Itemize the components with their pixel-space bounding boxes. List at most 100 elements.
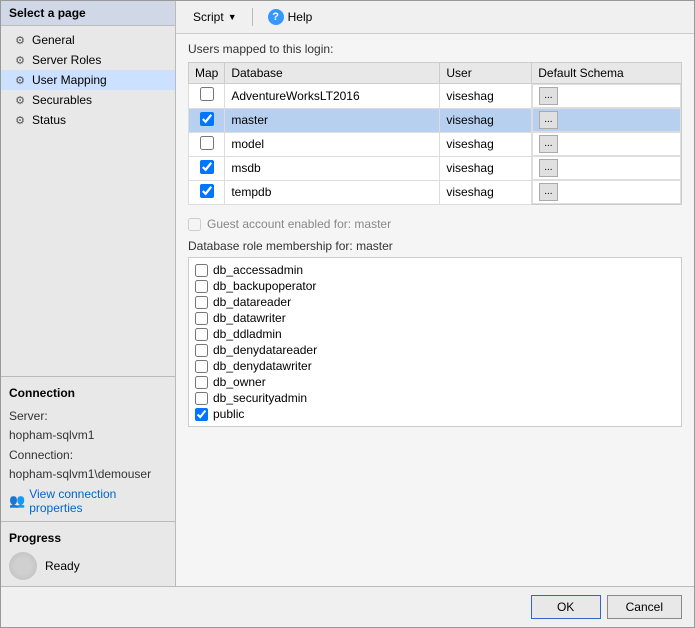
ok-button[interactable]: OK (531, 595, 601, 619)
toolbar-separator (252, 8, 253, 26)
role-checkbox[interactable] (195, 264, 208, 277)
sidebar-item-general[interactable]: ⚙ General (1, 30, 175, 50)
select-page-header: Select a page (1, 1, 175, 26)
user-mapping-icon: ⚙ (13, 73, 27, 87)
role-checkbox[interactable] (195, 392, 208, 405)
ellipsis-button[interactable]: ... (539, 111, 557, 129)
view-link-text: View connection properties (29, 487, 167, 515)
role-label: db_datareader (213, 295, 291, 309)
main-content: Users mapped to this login: Map Database… (176, 34, 694, 586)
script-button[interactable]: Script ▼ (186, 7, 244, 27)
role-checkbox[interactable] (195, 344, 208, 357)
dialog-body: Select a page ⚙ General ⚙ Server Roles ⚙… (1, 1, 694, 586)
connection-info: Server: hopham-sqlvm1 Connection: hopham… (9, 407, 167, 484)
table-row[interactable]: modelviseshag... (189, 132, 682, 156)
schema-cell: ... (532, 156, 681, 180)
map-checkbox[interactable] (200, 136, 214, 150)
role-item: db_datawriter (195, 310, 675, 326)
script-dropdown-arrow: ▼ (228, 12, 237, 22)
help-label: Help (288, 10, 313, 24)
role-label: db_owner (213, 375, 266, 389)
role-item: db_accessadmin (195, 262, 675, 278)
guest-account-checkbox[interactable] (188, 218, 201, 231)
role-checkbox[interactable] (195, 296, 208, 309)
connection-title: Connection (9, 383, 167, 403)
col-map: Map (189, 63, 225, 84)
sidebar-item-label-user-mapping: User Mapping (32, 73, 107, 87)
ellipsis-button[interactable]: ... (539, 135, 557, 153)
role-checkbox[interactable] (195, 360, 208, 373)
connection-label: Connection: (9, 446, 167, 465)
role-checkbox[interactable] (195, 280, 208, 293)
role-label: db_denydatareader (213, 343, 317, 357)
roles-list: db_accessadmindb_backupoperatordb_datare… (188, 257, 682, 427)
sidebar-item-securables[interactable]: ⚙ Securables (1, 90, 175, 110)
progress-content: Ready (9, 552, 167, 580)
role-checkbox[interactable] (195, 312, 208, 325)
role-label: db_datawriter (213, 311, 286, 325)
database-cell: tempdb (225, 180, 440, 205)
help-button[interactable]: ? Help (261, 6, 320, 28)
sidebar-item-label-securables: Securables (32, 93, 92, 107)
role-item: db_backupoperator (195, 278, 675, 294)
user-cell: viseshag (440, 156, 532, 180)
progress-title: Progress (9, 528, 167, 548)
sidebar-item-label-status: Status (32, 113, 66, 127)
ellipsis-button[interactable]: ... (539, 87, 557, 105)
table-row[interactable]: msdbviseshag... (189, 156, 682, 180)
map-checkbox[interactable] (200, 87, 214, 101)
sidebar-item-label-server-roles: Server Roles (32, 53, 101, 67)
securables-icon: ⚙ (13, 93, 27, 107)
user-cell: viseshag (440, 84, 532, 109)
view-connection-link[interactable]: 👥 View connection properties (9, 487, 167, 515)
role-item: public (195, 406, 675, 422)
role-item: db_datareader (195, 294, 675, 310)
user-cell: viseshag (440, 132, 532, 156)
map-checkbox[interactable] (200, 112, 214, 126)
sidebar-item-user-mapping[interactable]: ⚙ User Mapping (1, 70, 175, 90)
dialog-footer: OK Cancel (1, 586, 694, 627)
guest-account-label: Guest account enabled for: master (207, 217, 391, 231)
database-cell: AdventureWorksLT2016 (225, 84, 440, 109)
role-item: db_ddladmin (195, 326, 675, 342)
ellipsis-button[interactable]: ... (539, 183, 557, 201)
toolbar: Script ▼ ? Help (176, 1, 694, 34)
database-cell: msdb (225, 156, 440, 180)
role-label: db_accessadmin (213, 263, 303, 277)
table-row[interactable]: tempdbviseshag... (189, 180, 682, 205)
right-panel: Script ▼ ? Help Users mapped to this log… (176, 1, 694, 586)
role-label: db_securityadmin (213, 391, 307, 405)
role-item: db_securityadmin (195, 390, 675, 406)
role-checkbox[interactable] (195, 408, 208, 421)
guest-account-row: Guest account enabled for: master (188, 213, 682, 235)
col-database: Database (225, 63, 440, 84)
schema-cell: ... (532, 84, 681, 108)
table-row[interactable]: AdventureWorksLT2016viseshag... (189, 84, 682, 109)
ellipsis-button[interactable]: ... (539, 159, 557, 177)
table-row[interactable]: masterviseshag... (189, 108, 682, 132)
nav-items: ⚙ General ⚙ Server Roles ⚙ User Mapping … (1, 26, 175, 376)
roles-label: Database role membership for: master (188, 239, 682, 253)
role-label: db_ddladmin (213, 327, 282, 341)
role-checkbox[interactable] (195, 376, 208, 389)
database-cell: master (225, 108, 440, 132)
progress-section: Progress Ready (1, 521, 175, 586)
server-roles-icon: ⚙ (13, 53, 27, 67)
schema-cell: ... (532, 180, 681, 204)
schema-cell: ... (532, 108, 681, 132)
login-properties-dialog: Select a page ⚙ General ⚙ Server Roles ⚙… (0, 0, 695, 628)
cancel-button[interactable]: Cancel (607, 595, 682, 619)
sidebar-item-server-roles[interactable]: ⚙ Server Roles (1, 50, 175, 70)
user-cell: viseshag (440, 180, 532, 205)
progress-status: Ready (45, 559, 80, 573)
roles-section: Database role membership for: master db_… (188, 239, 682, 427)
map-checkbox[interactable] (200, 160, 214, 174)
mapping-header: Users mapped to this login: (188, 42, 682, 56)
script-label: Script (193, 10, 224, 24)
role-checkbox[interactable] (195, 328, 208, 341)
left-panel: Select a page ⚙ General ⚙ Server Roles ⚙… (1, 1, 176, 586)
role-label: public (213, 407, 244, 421)
map-checkbox[interactable] (200, 184, 214, 198)
role-item: db_owner (195, 374, 675, 390)
sidebar-item-status[interactable]: ⚙ Status (1, 110, 175, 130)
